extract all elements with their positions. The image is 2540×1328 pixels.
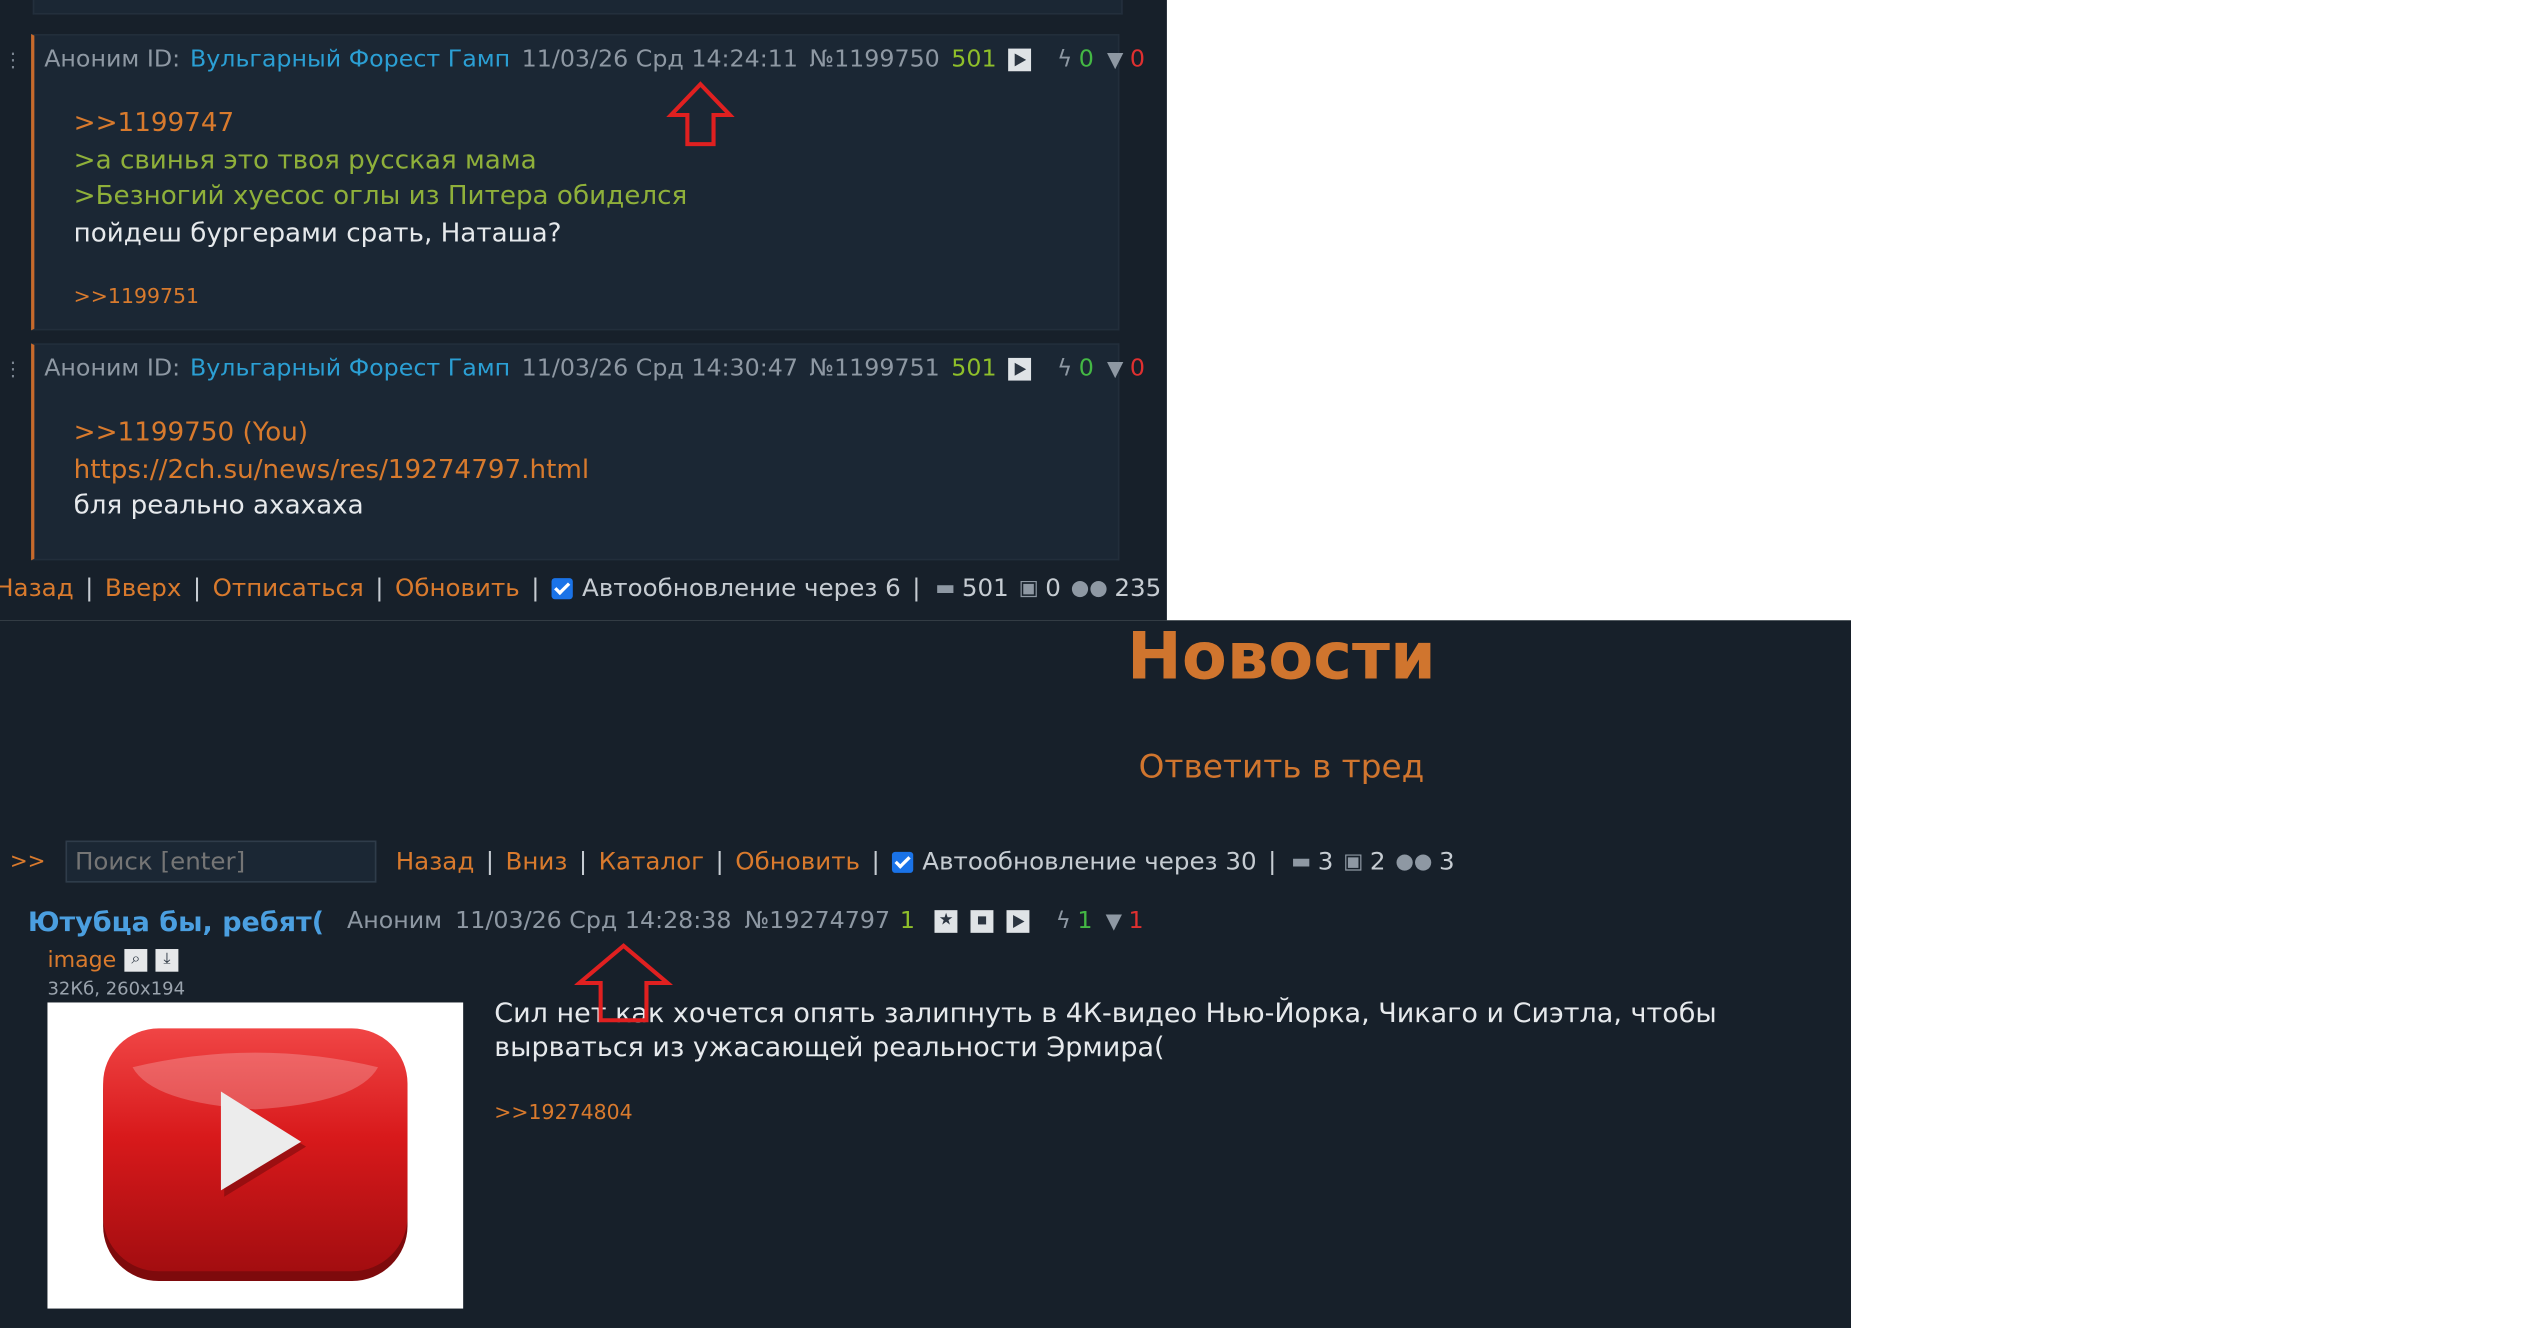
post-count: 501 xyxy=(951,46,997,73)
users-count: 235 xyxy=(1114,573,1162,603)
nav-catalog-link[interactable]: Каталог xyxy=(599,847,704,876)
users-icon: ●● xyxy=(1070,575,1108,601)
image-icon: ▣ xyxy=(1018,575,1039,601)
magnify-icon[interactable]: ⌕ xyxy=(124,949,148,972)
post-menu-dots[interactable]: ⋮ xyxy=(3,49,24,72)
post-author: Аноним ID: xyxy=(44,356,181,383)
reply-reference[interactable]: >>1199750 (You) xyxy=(74,415,590,451)
post-count: 1 xyxy=(899,908,915,935)
post-1199750: ⋮ Аноним ID: Вульгарный Форест Гамп 11/0… xyxy=(3,34,1145,331)
post-date: 11/03/26 Срд 14:30:47 xyxy=(521,356,798,383)
thread-nav-bottom: Назад | Вверх | Отписаться | Обновить | … xyxy=(0,570,1167,606)
hide-icon[interactable]: ▪ xyxy=(970,910,994,933)
previous-post-edge xyxy=(32,0,1123,15)
posts-count: 501 xyxy=(961,573,1009,603)
nav-back-link[interactable]: Назад xyxy=(0,573,74,602)
star-icon[interactable]: ★ xyxy=(934,910,958,933)
dislike-count: 0 xyxy=(1129,356,1146,383)
post-date: 11/03/26 Срд 14:28:38 xyxy=(455,908,732,935)
greentext-line: >Безногий хуесос оглы из Питера обиделся xyxy=(73,179,688,211)
attachment-thumbnail[interactable] xyxy=(47,1002,464,1309)
external-link[interactable]: https://2ch.su/news/res/19274797.html xyxy=(74,451,590,487)
board-title: Новости xyxy=(1127,620,1436,695)
autoupdate-label: Автообновление через 30 xyxy=(922,846,1257,877)
lightning-icon[interactable]: ϟ xyxy=(1057,47,1072,73)
reply-reference[interactable]: >>1199747 xyxy=(74,105,688,141)
post-text-line: пойдеш бургерами срать, Наташа? xyxy=(73,216,562,247)
post-body: >>1199747 >а свинья это твоя русская мам… xyxy=(74,105,688,251)
nav-refresh-link[interactable]: Обновить xyxy=(735,847,860,876)
nav-down-link[interactable]: Вниз xyxy=(506,847,568,876)
reply-in-thread-label[interactable]: Ответить в тред xyxy=(1139,747,1425,786)
thumbs-down-icon[interactable]: ▼ xyxy=(1107,48,1123,72)
nav-back-link[interactable]: Назад xyxy=(396,847,475,876)
nav-unsubscribe-link[interactable]: Отписаться xyxy=(213,573,364,602)
play-icon[interactable] xyxy=(1008,48,1031,72)
post-1199751: ⋮ Аноним ID: Вульгарный Форест Гамп 11/0… xyxy=(3,343,1145,561)
lightning-icon[interactable]: ϟ xyxy=(1057,356,1072,382)
comment-icon: ▬ xyxy=(1291,849,1312,874)
download-icon[interactable]: ⤓ xyxy=(155,949,179,972)
play-icon[interactable] xyxy=(1006,910,1030,933)
attachment-name: image ⌕ ⤓ xyxy=(47,947,179,973)
post-text-line: бля реально ахахаха xyxy=(73,489,364,520)
comment-icon: ▬ xyxy=(935,575,956,601)
post-number[interactable]: №1199751 xyxy=(809,356,939,382)
lightning-icon[interactable]: ϟ xyxy=(1056,909,1071,935)
post-meta: Аноним ID: Вульгарный Форест Гамп 11/03/… xyxy=(44,353,1145,385)
thumbs-down-icon[interactable]: ▼ xyxy=(1107,357,1123,381)
annotation-arrow-up xyxy=(666,81,735,147)
nav-refresh-link[interactable]: Обновить xyxy=(395,573,520,602)
post-replies-link[interactable]: >>1199751 xyxy=(74,283,199,307)
post-number[interactable]: №19274797 xyxy=(745,909,890,935)
post-author: Аноним xyxy=(346,908,443,935)
board-panel: Новости Ответить в тред >> Назад | Вниз … xyxy=(0,620,1851,1328)
posts-count: 3 xyxy=(1317,846,1334,877)
post-menu-dots[interactable]: ⋮ xyxy=(3,358,24,381)
board-nav: >> Назад | Вниз | Каталог | Обновить | А… xyxy=(10,837,1461,886)
post-body: >>1199750 (You) https://2ch.su/news/res/… xyxy=(74,415,590,524)
users-count: 3 xyxy=(1439,846,1455,877)
dislike-count: 1 xyxy=(1128,908,1144,935)
thread-subject: Ютубца бы, ребят( xyxy=(27,906,325,937)
like-count: 0 xyxy=(1078,356,1094,383)
attachment-link[interactable]: image xyxy=(47,947,116,973)
autoupdate-label: Автообновление через 6 xyxy=(582,573,901,603)
post-count: 501 xyxy=(951,356,997,383)
like-count: 1 xyxy=(1077,908,1093,935)
reply-in-thread-link[interactable]: Ответить в тред xyxy=(0,747,1851,786)
op-post-text: Сил нет как хочется опять залипнуть в 4К… xyxy=(494,997,1717,1063)
post-id-name[interactable]: Вульгарный Форест Гамп xyxy=(190,356,510,382)
post-author: Аноним ID: xyxy=(44,46,181,73)
search-input[interactable] xyxy=(65,840,377,883)
dislike-count: 0 xyxy=(1129,46,1146,73)
attachment-info: 32Кб, 260x194 xyxy=(47,978,186,1000)
annotation-arrow-up xyxy=(574,943,673,1023)
post-date: 11/03/26 Срд 14:24:11 xyxy=(521,46,798,73)
images-count: 0 xyxy=(1045,573,1061,603)
users-icon: ●● xyxy=(1395,849,1433,874)
image-icon: ▣ xyxy=(1343,849,1364,874)
expand-arrows[interactable]: >> xyxy=(10,849,46,873)
nav-up-link[interactable]: Вверх xyxy=(105,573,182,602)
greentext-line: >а свинья это твоя русская мама xyxy=(73,143,537,175)
autoupdate-checkbox[interactable] xyxy=(550,577,573,599)
post-number[interactable]: №1199750 xyxy=(809,47,939,73)
autoupdate-checkbox[interactable] xyxy=(891,851,913,873)
play-icon[interactable] xyxy=(1008,357,1031,381)
post-id-name[interactable]: Вульгарный Форест Гамп xyxy=(190,47,510,73)
thumbs-down-icon[interactable]: ▼ xyxy=(1106,909,1122,933)
youtube-logo xyxy=(103,1028,408,1282)
top-thread-panel: ⋮ Аноним ID: Вульгарный Форест Гамп 11/0… xyxy=(0,0,1167,621)
post-meta: Аноним ID: Вульгарный Форест Гамп 11/03/… xyxy=(44,44,1145,76)
like-count: 0 xyxy=(1078,46,1094,73)
op-post-header: Ютубца бы, ребят( Аноним 11/03/26 Срд 14… xyxy=(28,904,1144,940)
post-replies-link[interactable]: >>19274804 xyxy=(494,1100,632,1124)
images-count: 2 xyxy=(1369,846,1386,877)
